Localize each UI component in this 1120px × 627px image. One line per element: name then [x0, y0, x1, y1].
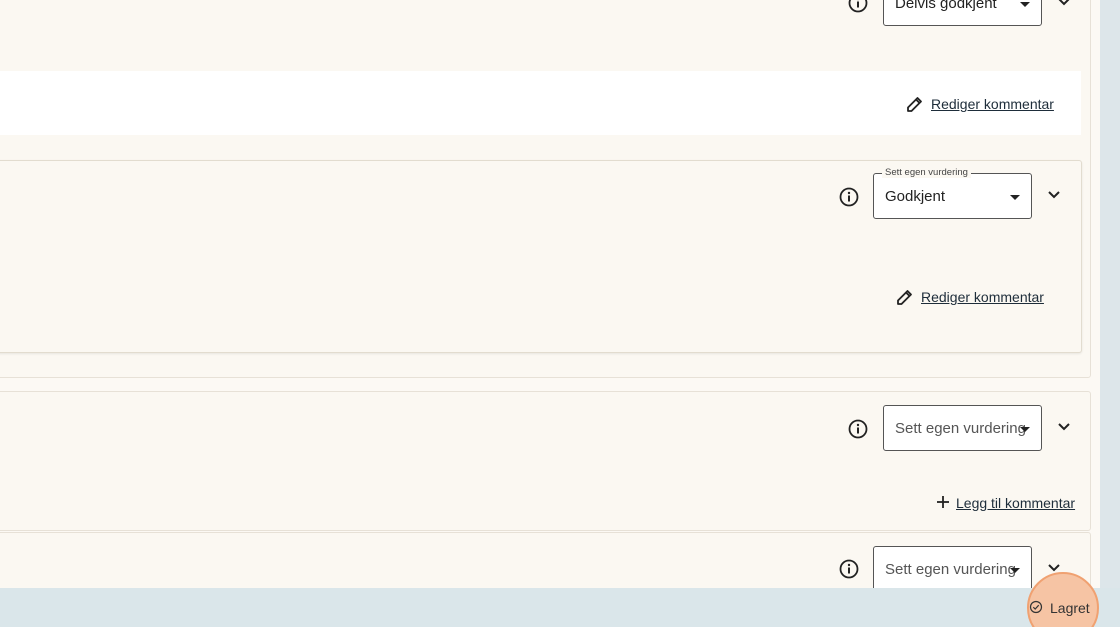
pencil-icon[interactable]	[906, 95, 924, 113]
edit-comment-link[interactable]: Rediger kommentar	[921, 289, 1044, 305]
assessment-select-placeholder: Sett egen vurdering	[895, 420, 1026, 437]
assessment-select[interactable]: Sett egen vurdering	[883, 405, 1042, 451]
add-comment-link[interactable]: Legg til kommentar	[956, 495, 1075, 511]
assessment-select-legend: Sett egen vurdering	[882, 167, 971, 178]
chevron-down-icon[interactable]	[1056, 419, 1072, 435]
assessment-select[interactable]: Sett egen vurdering	[873, 546, 1032, 592]
assessment-select[interactable]: Delvis godkjent	[883, 0, 1042, 26]
save-status-label: Lagret	[1050, 600, 1090, 616]
check-circle-icon	[1029, 600, 1043, 614]
dropdown-caret-icon	[1010, 568, 1020, 573]
bottom-status-bar	[0, 588, 1120, 627]
dropdown-caret-icon	[1010, 195, 1020, 200]
dropdown-caret-icon	[1020, 427, 1030, 432]
assessment-select-placeholder: Sett egen vurdering	[885, 561, 1016, 578]
dropdown-caret-icon	[1020, 2, 1030, 7]
assessment-select-value: Godkjent	[885, 188, 946, 205]
chevron-down-icon[interactable]	[1056, 0, 1072, 10]
assessment-select-value: Delvis godkjent	[895, 0, 997, 12]
assessment-select[interactable]: Sett egen vurdering Godkjent	[873, 167, 1032, 219]
info-icon[interactable]	[838, 186, 860, 208]
info-icon[interactable]	[847, 0, 869, 14]
page: Delvis godkjent Rediger kommentar Sett e…	[0, 0, 1120, 627]
chevron-down-icon[interactable]	[1046, 187, 1062, 203]
pencil-icon[interactable]	[896, 288, 914, 306]
info-icon[interactable]	[847, 418, 869, 440]
info-icon[interactable]	[838, 558, 860, 580]
scrollbar[interactable]	[1100, 0, 1120, 627]
edit-comment-link[interactable]: Rediger kommentar	[931, 96, 1054, 112]
plus-icon[interactable]	[936, 495, 950, 509]
